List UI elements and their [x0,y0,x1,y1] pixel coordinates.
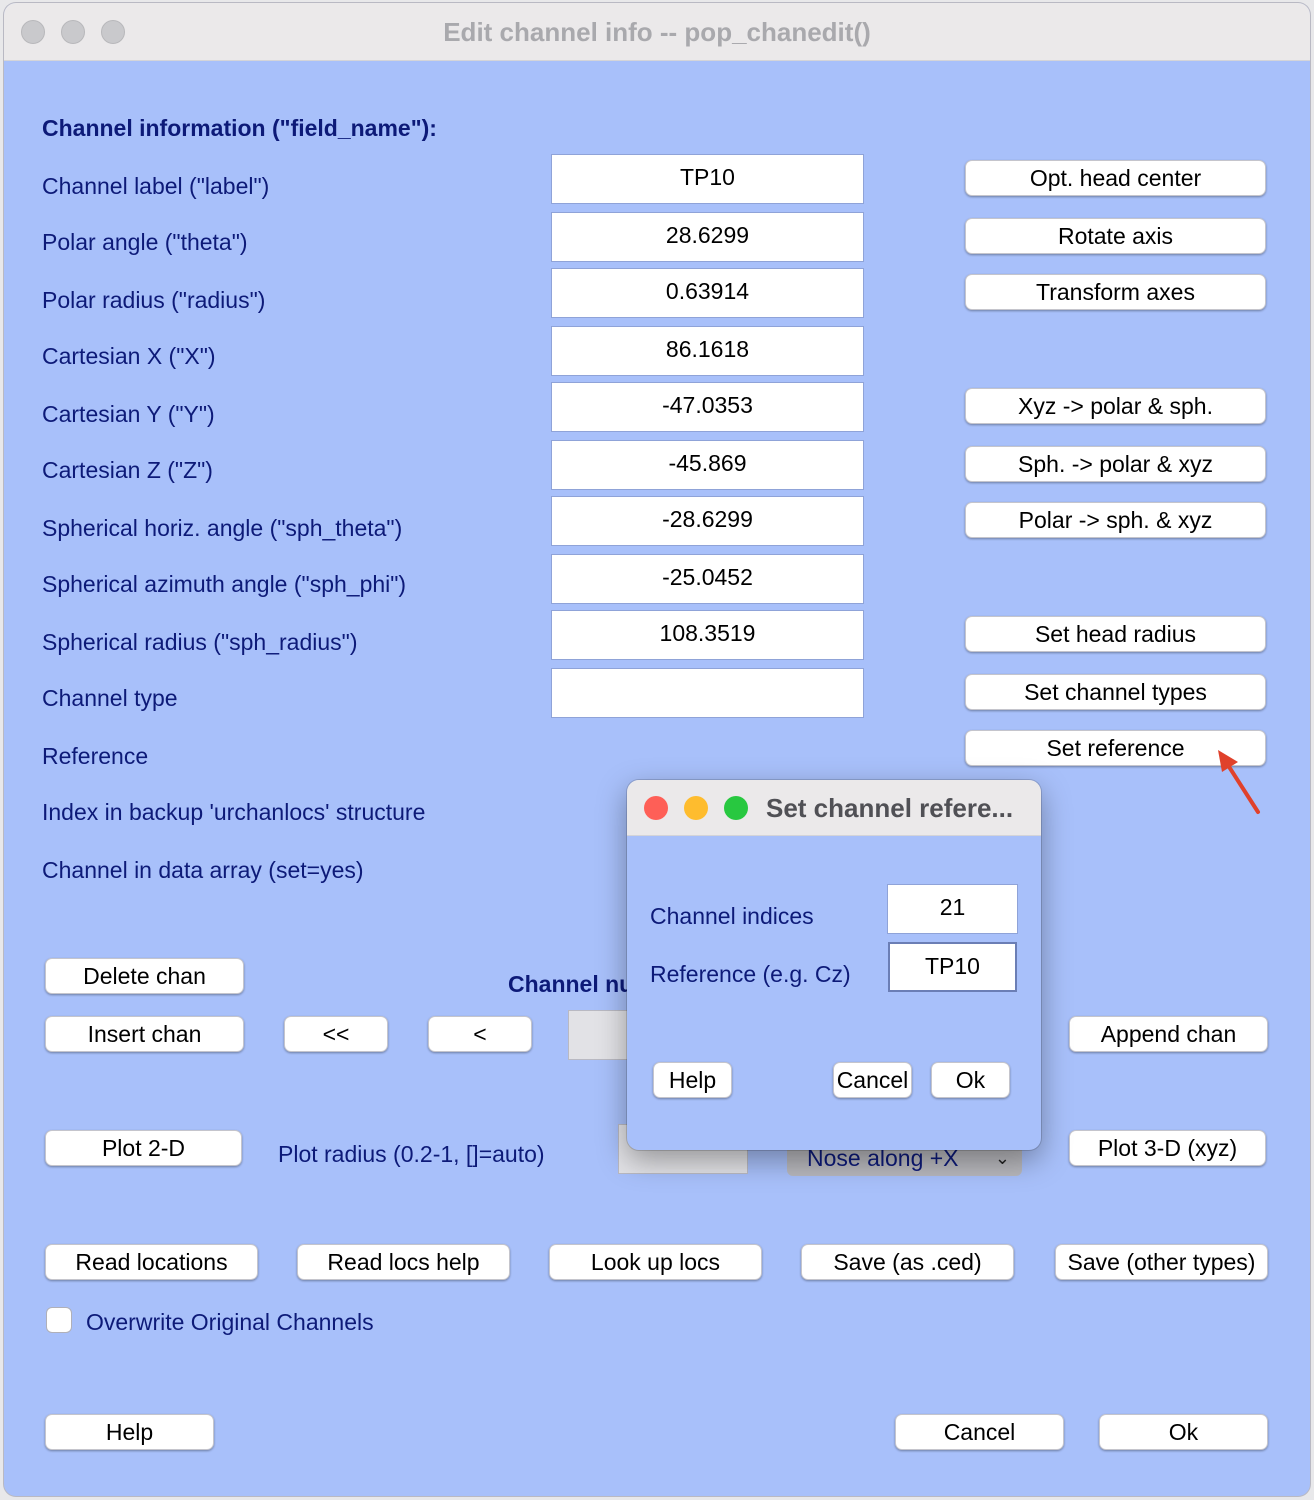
append-chan-button[interactable]: Append chan [1069,1016,1268,1052]
cartesian-z-input[interactable]: -45.869 [551,440,864,490]
label-polar-angle: Polar angle ("theta") [42,229,248,255]
label-cartesian-z: Cartesian Z ("Z") [42,457,213,483]
insert-chan-button[interactable]: Insert chan [45,1016,244,1052]
set-head-radius-button[interactable]: Set head radius [965,616,1266,652]
dialog-title-bar: Set channel refere... [627,780,1041,836]
dialog-close-icon[interactable] [644,796,668,820]
look-up-locs-button[interactable]: Look up locs [549,1244,762,1280]
plot-3d-button[interactable]: Plot 3-D (xyz) [1069,1130,1266,1166]
label-channel-label: Channel label ("label") [42,173,270,199]
read-locations-button[interactable]: Read locations [45,1244,258,1280]
opt-head-center-button[interactable]: Opt. head center [965,160,1266,196]
label-data-channel: Channel in data array (set=yes) [42,857,364,883]
label-sph-phi: Spherical azimuth angle ("sph_phi") [42,571,407,597]
plot-radius-label: Plot radius (0.2-1, []=auto) [278,1141,545,1167]
overwrite-checkbox[interactable] [46,1307,72,1333]
label-sph-radius: Spherical radius ("sph_radius") [42,629,358,655]
polar-radius-input[interactable]: 0.63914 [551,268,864,318]
set-channel-types-button[interactable]: Set channel types [965,674,1266,710]
channel-number-label: Channel nu [508,971,634,997]
sph-radius-input[interactable]: 108.3519 [551,610,864,660]
label-channel-type: Channel type [42,685,178,711]
help-button[interactable]: Help [45,1414,214,1450]
reference-label: Reference (e.g. Cz) [650,961,851,987]
dialog-zoom-icon[interactable] [724,796,748,820]
channel-indices-input[interactable]: 21 [887,884,1018,934]
dialog-ok-button[interactable]: Ok [931,1062,1010,1098]
cartesian-x-input[interactable]: 86.1618 [551,326,864,376]
label-reference: Reference [42,743,149,769]
xyz-to-polar-button[interactable]: Xyz -> polar & sph. [965,388,1266,424]
set-reference-dialog: Set channel refere... Channel indices 21… [627,780,1041,1150]
dialog-minimize-icon[interactable] [684,796,708,820]
dialog-title: Set channel refere... [766,793,1014,823]
rotate-axis-button[interactable]: Rotate axis [965,218,1266,254]
label-polar-radius: Polar radius ("radius") [42,287,266,313]
delete-chan-button[interactable]: Delete chan [45,958,244,994]
channel-label-input[interactable]: TP10 [551,154,864,204]
sph-to-polar-button[interactable]: Sph. -> polar & xyz [965,446,1266,482]
label-urchan-index: Index in backup 'urchanlocs' structure [42,799,426,825]
read-locs-help-button[interactable]: Read locs help [297,1244,510,1280]
label-sph-theta: Spherical horiz. angle ("sph_theta") [42,515,403,541]
annotation-arrow-icon [1218,750,1260,814]
overwrite-label: Overwrite Original Channels [86,1309,374,1335]
polar-angle-input[interactable]: 28.6299 [551,212,864,262]
reference-input[interactable]: TP10 [888,942,1017,992]
prev-channel-button[interactable]: < [428,1016,532,1052]
ok-button[interactable]: Ok [1099,1414,1268,1450]
transform-axes-button[interactable]: Transform axes [965,274,1266,310]
plot-2d-button[interactable]: Plot 2-D [45,1130,242,1166]
sph-phi-input[interactable]: -25.0452 [551,554,864,604]
label-cartesian-y: Cartesian Y ("Y") [42,401,215,427]
polar-to-sph-button[interactable]: Polar -> sph. & xyz [965,502,1266,538]
channel-indices-label: Channel indices [650,903,814,929]
label-cartesian-x: Cartesian X ("X") [42,343,216,369]
cartesian-y-input[interactable]: -47.0353 [551,382,864,432]
channel-type-input[interactable] [551,668,864,718]
window-title: Edit channel info -- pop_chanedit() [443,17,871,47]
channel-number-input[interactable] [568,1010,630,1060]
first-channel-button[interactable]: << [284,1016,388,1052]
save-ced-button[interactable]: Save (as .ced) [801,1244,1014,1280]
dialog-cancel-button[interactable]: Cancel [833,1062,912,1098]
dialog-help-button[interactable]: Help [653,1062,732,1098]
title-bar: Edit channel info -- pop_chanedit() [4,3,1310,61]
save-other-button[interactable]: Save (other types) [1055,1244,1268,1280]
section-header: Channel information ("field_name"): [42,115,437,141]
cancel-button[interactable]: Cancel [895,1414,1064,1450]
sph-theta-input[interactable]: -28.6299 [551,496,864,546]
